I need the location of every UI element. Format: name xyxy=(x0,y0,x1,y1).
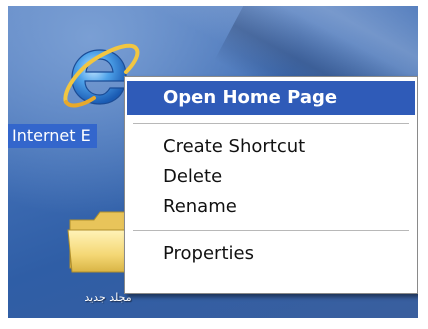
menu-item-label: Open Home Page xyxy=(163,87,338,108)
menu-item-label: Rename xyxy=(163,196,237,217)
menu-item-delete[interactable]: Delete xyxy=(129,162,413,192)
menu-separator xyxy=(133,230,409,231)
menu-item-create-shortcut[interactable]: Create Shortcut xyxy=(129,132,413,162)
menu-item-open-home-page[interactable]: Open Home Page xyxy=(127,81,415,115)
menu-item-label: Delete xyxy=(163,166,223,187)
menu-item-label: Create Shortcut xyxy=(163,136,306,157)
screenshot: Internet E مجلد جديد Open Home Page Crea… xyxy=(0,0,428,329)
menu-separator xyxy=(133,123,409,124)
internet-explorer-label[interactable]: Internet E xyxy=(8,124,97,148)
context-menu: Open Home Page Create Shortcut Delete Re… xyxy=(124,76,418,294)
desktop[interactable]: Internet E مجلد جديد Open Home Page Crea… xyxy=(8,6,418,318)
menu-item-rename[interactable]: Rename xyxy=(129,192,413,222)
menu-item-properties[interactable]: Properties xyxy=(129,239,413,269)
menu-item-label: Properties xyxy=(163,243,254,264)
